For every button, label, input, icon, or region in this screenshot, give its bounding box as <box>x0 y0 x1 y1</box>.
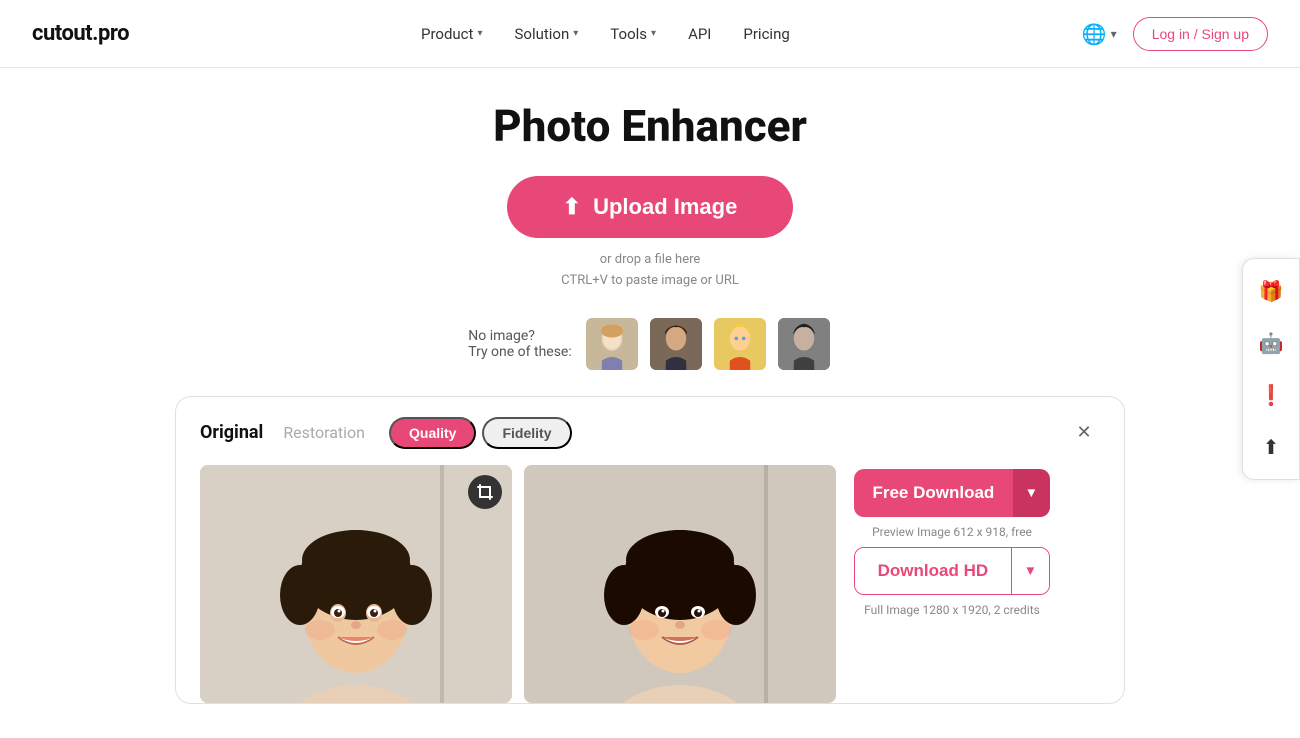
sample-image-2[interactable] <box>648 316 704 372</box>
enhanced-image-panel <box>524 465 836 703</box>
main-nav: Product ▾ Solution ▾ Tools ▾ API Pricing <box>421 25 790 43</box>
free-download-wrapper: Free Download ▼ <box>854 469 1050 517</box>
main-content: Photo Enhancer ⬆ Upload Image or drop a … <box>0 68 1300 704</box>
gift-sidebar-button[interactable]: 🎁 <box>1251 271 1291 311</box>
upload-sidebar-button[interactable]: ⬆ <box>1251 427 1291 467</box>
free-download-chevron[interactable]: ▼ <box>1013 469 1050 517</box>
crop-button[interactable] <box>468 475 502 509</box>
product-chevron-icon: ▾ <box>477 28 482 39</box>
tab-group: Quality Fidelity <box>389 417 571 449</box>
nav-solution[interactable]: Solution ▾ <box>514 25 578 43</box>
tab-original[interactable]: Original <box>200 422 263 443</box>
nav-tools[interactable]: Tools ▾ <box>610 25 656 43</box>
tools-chevron-icon: ▾ <box>651 28 656 39</box>
upload-image-button[interactable]: ⬆ Upload Image <box>507 176 794 238</box>
tab-restoration-label: Restoration <box>283 423 365 442</box>
login-signup-button[interactable]: Log in / Sign up <box>1133 17 1268 51</box>
download-hd-button[interactable]: Download HD <box>855 548 1011 594</box>
right-actions: Free Download ▼ Preview Image 612 x 918,… <box>852 465 1052 703</box>
result-header-left: Original Restoration Quality Fidelity <box>200 417 572 449</box>
enhanced-image <box>524 465 836 703</box>
free-download-button[interactable]: Free Download <box>854 469 1013 517</box>
download-hd-wrapper: Download HD ▼ <box>854 547 1050 595</box>
sample-image-4[interactable] <box>776 316 832 372</box>
download-hd-chevron[interactable]: ▼ <box>1011 548 1049 594</box>
download-hd-chevron-icon: ▼ <box>1024 563 1037 578</box>
free-download-chevron-icon: ▼ <box>1025 485 1038 500</box>
images-and-actions: Free Download ▼ Preview Image 612 x 918,… <box>200 465 1100 703</box>
preview-info: Preview Image 612 x 918, free <box>872 525 1032 539</box>
page-title: Photo Enhancer <box>493 100 807 152</box>
lang-chevron-icon: ▾ <box>1111 27 1117 41</box>
logo[interactable]: cutout.pro <box>32 21 129 46</box>
nav-api[interactable]: API <box>688 25 711 43</box>
sample-image-1[interactable] <box>584 316 640 372</box>
face-sidebar-button[interactable]: 🤖 <box>1251 323 1291 363</box>
original-image-panel <box>200 465 512 703</box>
result-header: Original Restoration Quality Fidelity ✕ <box>200 417 1100 449</box>
alert-sidebar-button[interactable]: ❗ <box>1251 375 1291 415</box>
sample-images <box>584 316 832 372</box>
nav-pricing[interactable]: Pricing <box>743 25 789 43</box>
close-button[interactable]: ✕ <box>1068 417 1100 449</box>
header: cutout.pro Product ▾ Solution ▾ Tools ▾ … <box>0 0 1300 68</box>
translate-icon: 🌐 <box>1082 22 1107 46</box>
sample-label: No image? Try one of these: <box>468 328 572 360</box>
upload-icon: ⬆ <box>563 194 581 220</box>
images-row <box>200 465 836 703</box>
drop-hint: or drop a file here CTRL+V to paste imag… <box>561 250 739 292</box>
sample-row: No image? Try one of these: <box>468 316 832 372</box>
solution-chevron-icon: ▾ <box>573 28 578 39</box>
full-image-info: Full Image 1280 x 1920, 2 credits <box>864 603 1040 617</box>
floating-sidebar: 🎁 🤖 ❗ ⬆ <box>1242 258 1300 480</box>
tab-fidelity[interactable]: Fidelity <box>482 417 571 449</box>
nav-product[interactable]: Product ▾ <box>421 25 482 43</box>
result-panel: Original Restoration Quality Fidelity ✕ <box>175 396 1125 704</box>
sample-image-3[interactable] <box>712 316 768 372</box>
original-image <box>200 465 512 703</box>
tab-quality[interactable]: Quality <box>389 417 476 449</box>
language-button[interactable]: 🌐 ▾ <box>1082 22 1117 46</box>
header-right: 🌐 ▾ Log in / Sign up <box>1082 17 1268 51</box>
